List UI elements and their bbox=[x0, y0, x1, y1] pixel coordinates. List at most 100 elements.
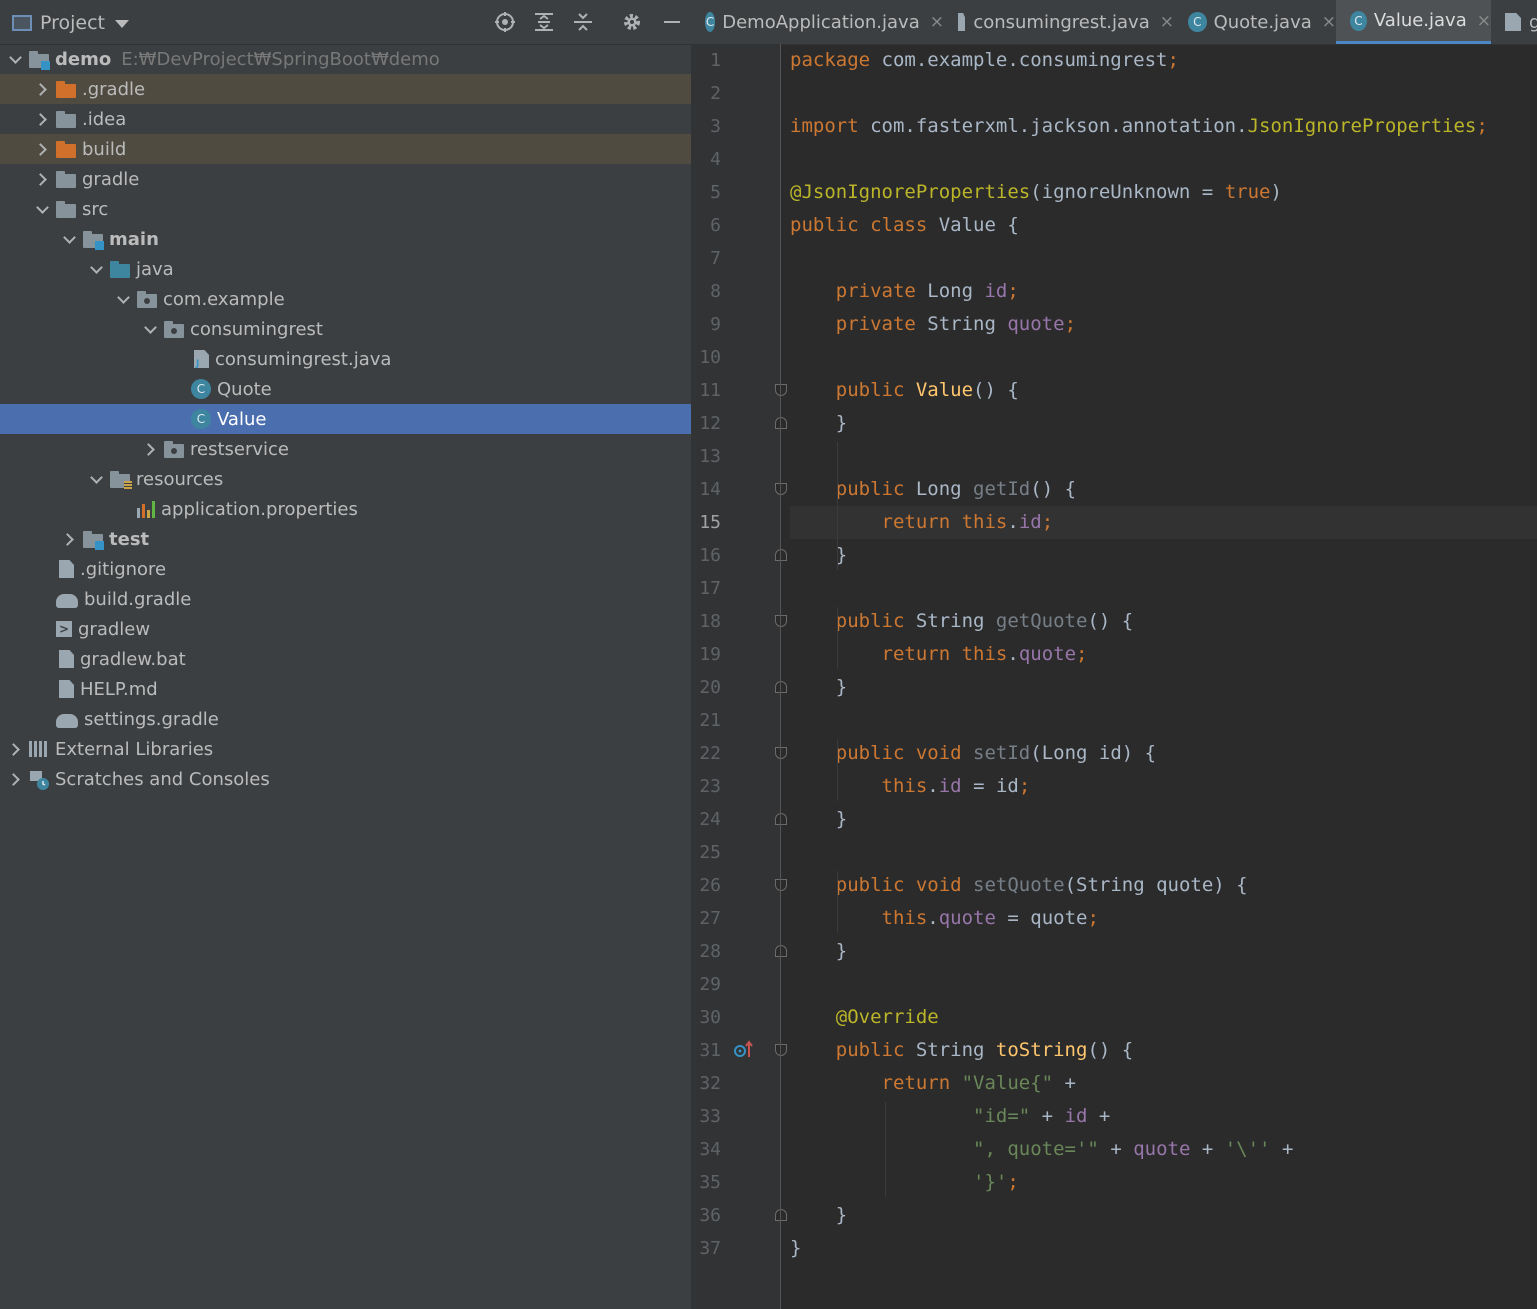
code-line[interactable]: } bbox=[790, 935, 1537, 968]
chevron-right-icon[interactable] bbox=[61, 531, 77, 547]
project-view-selector[interactable]: Project bbox=[12, 10, 130, 36]
fold-marker-icon[interactable] bbox=[775, 681, 787, 693]
fold-marker-icon[interactable] bbox=[775, 549, 787, 561]
tree-row-scratches-and-consoles[interactable]: Scratches and Consoles bbox=[0, 764, 691, 794]
tree-row-test[interactable]: test bbox=[0, 524, 691, 554]
tree-row-settings-gradle[interactable]: settings.gradle bbox=[0, 704, 691, 734]
chevron-right-icon[interactable] bbox=[34, 171, 50, 187]
code-line[interactable]: private Long id; bbox=[790, 275, 1537, 308]
code-line[interactable]: } bbox=[790, 671, 1537, 704]
code-area[interactable]: package com.example.consumingrest; import… bbox=[790, 44, 1537, 1309]
tree-row-gitignore[interactable]: .gitignore bbox=[0, 554, 691, 584]
chevron-right-icon[interactable] bbox=[34, 81, 50, 97]
fold-marker-icon[interactable] bbox=[775, 879, 787, 891]
chevron-right-icon[interactable] bbox=[7, 771, 23, 787]
tree-row-restservice[interactable]: restservice bbox=[0, 434, 691, 464]
override-marker-icon[interactable] bbox=[733, 1039, 753, 1059]
gear-icon[interactable] bbox=[620, 10, 644, 34]
chevron-down-icon[interactable] bbox=[88, 261, 104, 277]
chevron-right-icon[interactable] bbox=[7, 741, 23, 757]
collapse-all-icon[interactable] bbox=[571, 10, 595, 34]
code-line[interactable]: this.quote = quote; bbox=[790, 902, 1537, 935]
chevron-down-icon[interactable] bbox=[142, 321, 158, 337]
close-icon[interactable]: × bbox=[1322, 12, 1336, 32]
tree-row-main[interactable]: main bbox=[0, 224, 691, 254]
chevron-down-icon[interactable] bbox=[7, 51, 23, 67]
code-line[interactable] bbox=[790, 143, 1537, 176]
code-line[interactable]: } bbox=[790, 407, 1537, 440]
close-icon[interactable]: × bbox=[930, 12, 944, 32]
code-line[interactable] bbox=[790, 341, 1537, 374]
code-line[interactable]: @JsonIgnoreProperties(ignoreUnknown = tr… bbox=[790, 176, 1537, 209]
code-line[interactable] bbox=[790, 242, 1537, 275]
code-line[interactable]: return this.quote; bbox=[790, 638, 1537, 671]
tab-g[interactable]: g bbox=[1491, 0, 1537, 44]
tree-row-help-md[interactable]: HELP.md bbox=[0, 674, 691, 704]
code-line[interactable]: public String toString() { bbox=[790, 1034, 1537, 1067]
code-line[interactable]: public class Value { bbox=[790, 209, 1537, 242]
chevron-down-icon[interactable] bbox=[115, 291, 131, 307]
chevron-right-icon[interactable] bbox=[34, 111, 50, 127]
tree-row-build[interactable]: build bbox=[0, 134, 691, 164]
tree-row-consumingrest[interactable]: consumingrest bbox=[0, 314, 691, 344]
tree-row-quote[interactable]: C Quote bbox=[0, 374, 691, 404]
tree-row-demo[interactable]: demo E:₩DevProject₩SpringBoot₩demo bbox=[0, 44, 691, 74]
tree-row-idea[interactable]: .idea bbox=[0, 104, 691, 134]
code-line[interactable] bbox=[790, 836, 1537, 869]
chevron-down-icon[interactable] bbox=[88, 471, 104, 487]
fold-marker-icon[interactable] bbox=[775, 813, 787, 825]
chevron-down-icon[interactable] bbox=[61, 231, 77, 247]
locate-icon[interactable] bbox=[493, 10, 517, 34]
tree-row-gradlew[interactable]: > gradlew bbox=[0, 614, 691, 644]
tree-row-gradle[interactable]: gradle bbox=[0, 164, 691, 194]
tree-row-consumingrest-java[interactable]: consumingrest.java bbox=[0, 344, 691, 374]
fold-marker-icon[interactable] bbox=[775, 1044, 787, 1056]
code-line[interactable]: public Long getId() { bbox=[790, 473, 1537, 506]
fold-marker-icon[interactable] bbox=[775, 615, 787, 627]
code-line[interactable]: } bbox=[790, 1232, 1537, 1265]
tree-row-com-example[interactable]: com.example bbox=[0, 284, 691, 314]
tree-row-build-gradle[interactable]: build.gradle bbox=[0, 584, 691, 614]
code-line[interactable]: ", quote='" + quote + '\'' + bbox=[790, 1133, 1537, 1166]
code-line[interactable]: return this.id; bbox=[790, 506, 1537, 539]
chevron-down-icon[interactable] bbox=[34, 201, 50, 217]
tree-row-src[interactable]: src bbox=[0, 194, 691, 224]
code-line[interactable]: public Value() { bbox=[790, 374, 1537, 407]
code-line[interactable]: public void setQuote(String quote) { bbox=[790, 869, 1537, 902]
code-line[interactable] bbox=[790, 440, 1537, 473]
fold-marker-icon[interactable] bbox=[775, 417, 787, 429]
tree-row-java[interactable]: java bbox=[0, 254, 691, 284]
chevron-right-icon[interactable] bbox=[34, 141, 50, 157]
tree-row-value[interactable]: C Value bbox=[0, 404, 691, 434]
code-line[interactable]: "id=" + id + bbox=[790, 1100, 1537, 1133]
fold-marker-icon[interactable] bbox=[775, 1209, 787, 1221]
fold-marker-icon[interactable] bbox=[775, 384, 787, 396]
fold-marker-icon[interactable] bbox=[775, 945, 787, 957]
tab-value-java[interactable]: C Value.java × bbox=[1336, 0, 1491, 44]
code-line[interactable]: this.id = id; bbox=[790, 770, 1537, 803]
code-line[interactable]: public String getQuote() { bbox=[790, 605, 1537, 638]
code-line[interactable] bbox=[790, 704, 1537, 737]
tree-row-external-libraries[interactable]: External Libraries bbox=[0, 734, 691, 764]
tab-consumingrest-java[interactable]: consumingrest.java × bbox=[944, 0, 1174, 44]
tree-row-gradlew-bat[interactable]: gradlew.bat bbox=[0, 644, 691, 674]
code-line[interactable]: import com.fasterxml.jackson.annotation.… bbox=[790, 110, 1537, 143]
tree-row-resources[interactable]: resources bbox=[0, 464, 691, 494]
code-line[interactable] bbox=[790, 572, 1537, 605]
code-line[interactable]: private String quote; bbox=[790, 308, 1537, 341]
code-line[interactable]: package com.example.consumingrest; bbox=[790, 44, 1537, 77]
code-line[interactable]: '}'; bbox=[790, 1166, 1537, 1199]
tab-quote-java[interactable]: C Quote.java × bbox=[1174, 0, 1336, 44]
code-line[interactable]: return "Value{" + bbox=[790, 1067, 1537, 1100]
code-line[interactable] bbox=[790, 77, 1537, 110]
code-line[interactable] bbox=[790, 968, 1537, 1001]
tree-row-gradle[interactable]: .gradle bbox=[0, 74, 691, 104]
minimize-icon[interactable] bbox=[660, 10, 684, 34]
code-line[interactable]: } bbox=[790, 1199, 1537, 1232]
close-icon[interactable]: × bbox=[1477, 11, 1491, 31]
code-line[interactable]: } bbox=[790, 803, 1537, 836]
fold-marker-icon[interactable] bbox=[775, 747, 787, 759]
chevron-right-icon[interactable] bbox=[142, 441, 158, 457]
code-line[interactable]: public void setId(Long id) { bbox=[790, 737, 1537, 770]
close-icon[interactable]: × bbox=[1160, 12, 1174, 32]
